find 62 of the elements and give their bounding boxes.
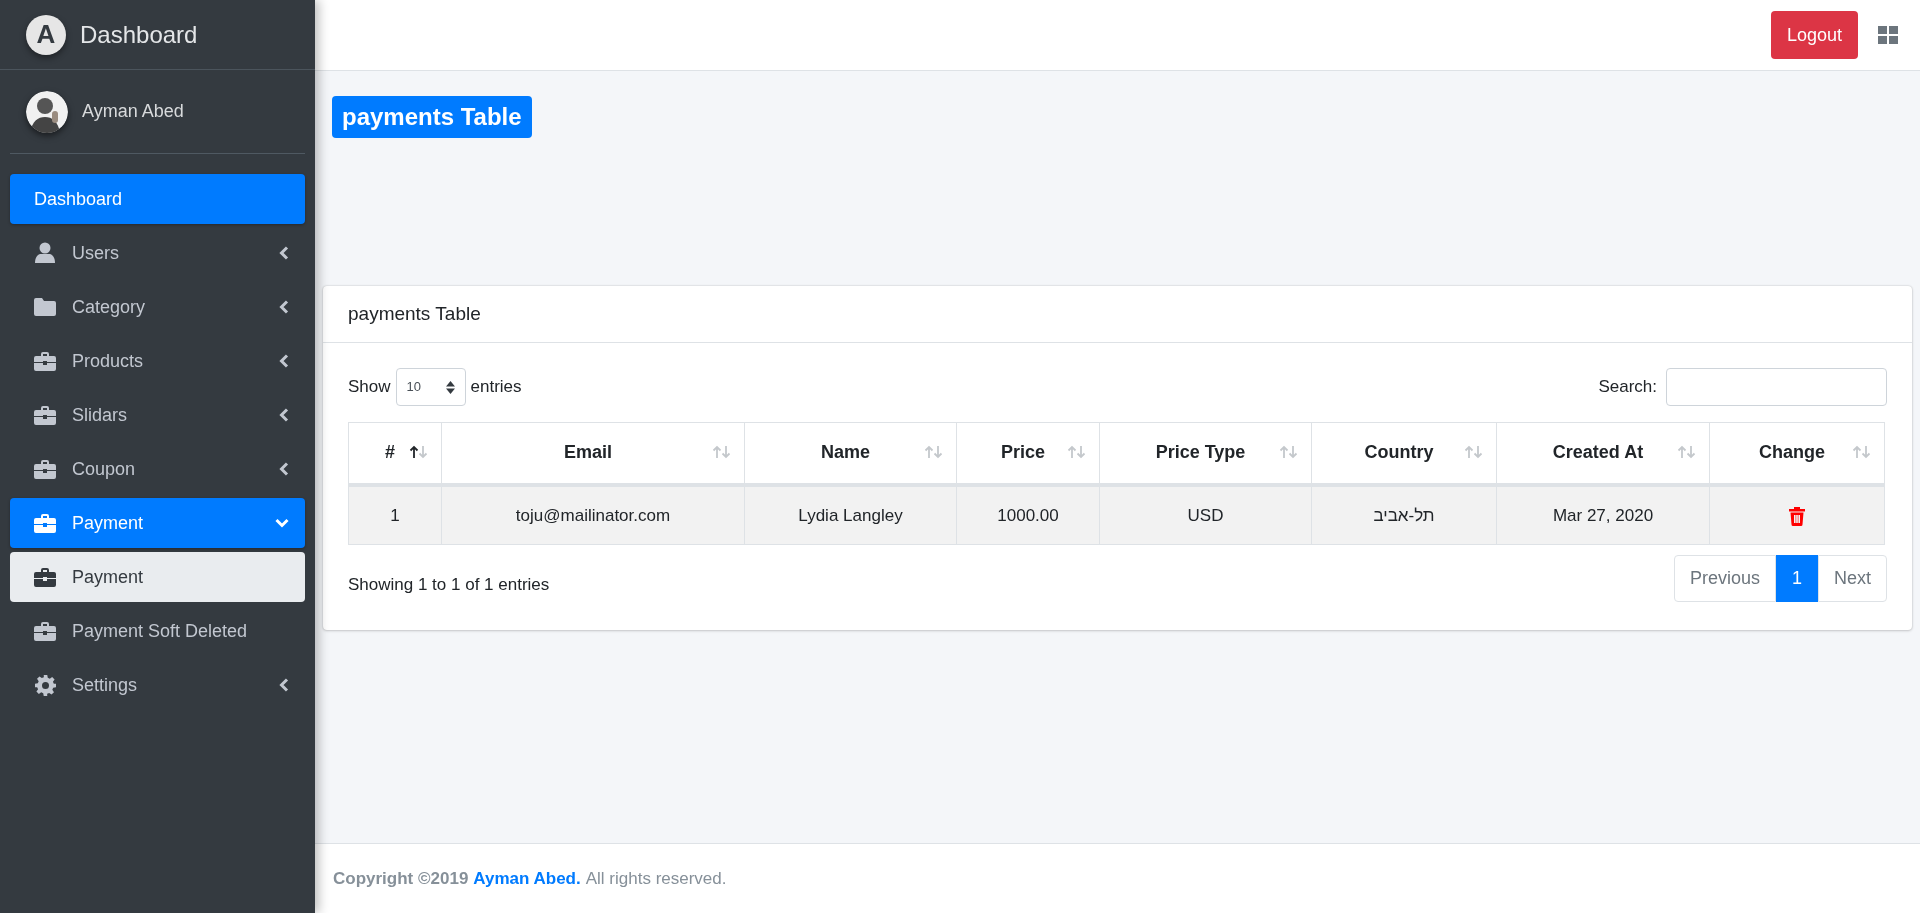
briefcase-icon (34, 621, 56, 641)
page-button[interactable]: 1 (1775, 555, 1818, 602)
table-cell: 1 (348, 484, 442, 545)
table-cell: תל-אביב (1311, 484, 1497, 545)
card-title: payments Table (348, 301, 481, 326)
briefcase-icon (34, 459, 56, 479)
sidebar-item[interactable]: Slidars (10, 390, 305, 440)
sort-arrows-icon (924, 445, 944, 459)
table-cell: Mar 27, 2020 (1496, 484, 1710, 545)
folder-icon (34, 298, 56, 316)
show-label: Show (348, 376, 391, 399)
chevron-down-icon (275, 518, 289, 528)
chevron-left-icon (279, 300, 289, 314)
sort-arrows-icon (712, 445, 732, 459)
table-info: Showing 1 to 1 of 1 entries (348, 573, 550, 596)
page-button[interactable]: Previous (1673, 555, 1776, 602)
search-field[interactable] (1666, 368, 1887, 406)
chevron-left-icon (279, 678, 289, 692)
page-badge: payments Table (332, 96, 532, 138)
trash-icon[interactable] (1789, 506, 1805, 526)
chevron-left-icon (279, 354, 289, 368)
chevron-left-icon (279, 408, 289, 422)
briefcase-icon (34, 351, 56, 371)
sort-arrows-icon (1464, 445, 1484, 459)
rights-text: All rights reserved. (585, 867, 727, 890)
author-link[interactable]: Ayman Abed. (473, 865, 581, 892)
sort-arrows-icon (1279, 445, 1299, 459)
sort-arrows-icon (1677, 445, 1697, 459)
user-icon (35, 242, 55, 264)
table-cell: 1000.00 (956, 484, 1100, 545)
chevron-left-icon (279, 246, 289, 260)
grid-icon[interactable] (1878, 26, 1898, 44)
sidebar-item[interactable]: Dashboard (10, 174, 305, 224)
logout-button[interactable]: Logout (1770, 11, 1858, 59)
sort-caret-icon (445, 380, 455, 394)
sidebar-item[interactable]: Coupon (10, 444, 305, 494)
page-button[interactable]: Next (1818, 555, 1887, 602)
submenu-item[interactable]: Payment Soft Deleted (10, 606, 305, 656)
briefcase-icon (34, 405, 56, 425)
sidebar-item[interactable]: Category (10, 282, 305, 332)
sidebar-item[interactable]: Products (10, 336, 305, 386)
settings-icon (34, 674, 56, 696)
table-cell: USD (1099, 484, 1312, 545)
brand-title[interactable]: Dashboard (80, 16, 198, 53)
table-cell: toju@mailinator.com (441, 484, 745, 545)
submenu-item[interactable]: Payment (10, 552, 305, 602)
logo: A (26, 14, 66, 55)
briefcase-icon (34, 567, 56, 587)
sidebar-item[interactable]: Users (10, 228, 305, 278)
entries-label: entries (470, 376, 522, 399)
search-label: Search: (1598, 376, 1657, 399)
sort-arrows-icon (409, 445, 429, 459)
sort-arrows-icon (1067, 445, 1087, 459)
table-cell: Lydia Langley (744, 484, 957, 545)
sort-arrows-icon (1852, 445, 1872, 459)
sidebar-item[interactable]: Settings (10, 660, 305, 710)
chevron-left-icon (279, 462, 289, 476)
briefcase-icon (34, 513, 56, 533)
entries-select[interactable]: 10 (395, 368, 466, 406)
user-name[interactable]: Ayman Abed (82, 98, 184, 125)
copyright-text: Copyright ©2019 (333, 867, 469, 890)
sidebar-item[interactable]: Payment (10, 498, 305, 548)
